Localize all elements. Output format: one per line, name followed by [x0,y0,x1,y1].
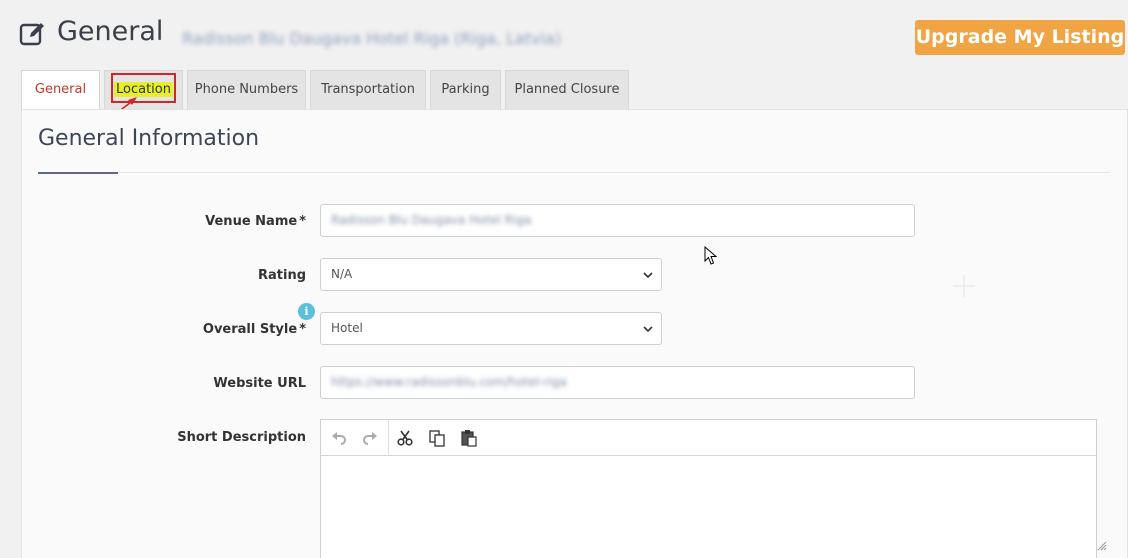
info-icon[interactable]: i [298,303,315,320]
tab-phone-numbers[interactable]: Phone Numbers [187,70,306,110]
tab-general-label: General [34,82,87,97]
website-url-value: https://www.radissonblu.com/hotel-riga [331,375,567,389]
rating-label: Rating [257,268,306,283]
redo-icon[interactable] [361,429,379,447]
rating-value: N/A [331,267,353,281]
venue-subtitle: Radisson Blu Daugava Hotel Riga (Riga, L… [182,29,562,48]
edit-icon [19,23,44,46]
short-description-label: Short Description [177,430,306,445]
website-url-input[interactable]: https://www.radissonblu.com/hotel-riga [320,366,915,399]
tab-planned-closure-label: Planned Closure [514,82,620,97]
undo-icon[interactable] [330,429,348,447]
general-information-panel: General Information Venue Name * Radisson… [21,109,1128,558]
crosshair-icon [953,275,975,297]
paste-icon[interactable] [460,429,478,447]
overall-style-value: Hotel [331,321,363,335]
tab-parking[interactable]: Parking [430,70,501,110]
tab-transportation[interactable]: Transportation [310,70,426,110]
cut-icon[interactable] [396,429,414,447]
toolbar-separator [388,420,389,456]
editor-toolbar [321,420,1096,456]
copy-icon[interactable] [428,429,446,447]
rating-select[interactable]: N/A [320,258,662,291]
section-divider-accent [38,172,118,174]
venue-name-label: Venue Name * [205,214,306,229]
section-title: General Information [38,126,260,151]
chevron-down-icon [643,326,653,333]
page-title: General [57,16,164,47]
mouse-cursor-icon [704,246,718,265]
overall-style-label: Overall Style * [202,322,306,337]
page-header: General Radisson Blu Daugava Hotel Riga … [0,0,1128,70]
tab-transportation-label: Transportation [321,82,415,97]
tab-planned-closure[interactable]: Planned Closure [505,70,629,110]
tab-general[interactable]: General [21,70,100,111]
venue-name-value: Radisson Blu Daugava Hotel Riga [331,213,532,227]
section-divider [38,172,1110,173]
short-description-editor[interactable] [320,419,1097,558]
upgrade-listing-button[interactable]: Upgrade My Listing [915,20,1125,55]
chevron-down-icon [643,272,653,279]
venue-name-input[interactable]: Radisson Blu Daugava Hotel Riga [320,204,915,237]
tab-phone-numbers-label: Phone Numbers [194,82,299,97]
tab-parking-label: Parking [441,82,490,97]
overall-style-select[interactable]: Hotel [320,312,662,345]
resize-grip-icon[interactable] [1097,541,1107,551]
website-url-label: Website URL [213,376,306,391]
